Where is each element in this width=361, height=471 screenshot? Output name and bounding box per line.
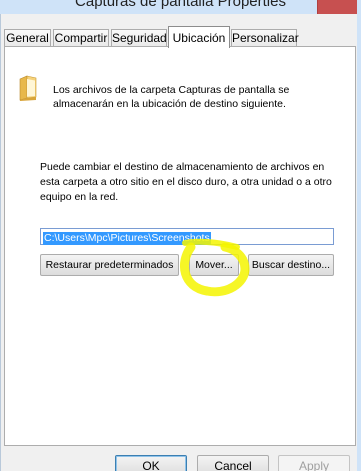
location-tab-panel: Los archivos de la carpeta Capturas de p… (4, 46, 356, 446)
properties-window: Capturas de pantalla Properties General … (0, 0, 361, 471)
cancel-button[interactable]: Cancel (197, 455, 269, 471)
path-input[interactable]: C:\Users\Mpc\Pictures\Screenshots (40, 228, 334, 245)
window-title: Capturas de pantalla Properties (75, 0, 286, 10)
tab-compartir[interactable]: Compartir (53, 29, 109, 47)
tab-ubicacion[interactable]: Ubicación (168, 26, 230, 48)
location-description: Los archivos de la carpeta Capturas de p… (53, 84, 290, 110)
tab-general[interactable]: General (4, 29, 51, 47)
move-button[interactable]: Mover... (189, 254, 239, 276)
title-bar: Capturas de pantalla Properties (0, 0, 361, 14)
tab-seguridad[interactable]: Seguridad (111, 29, 167, 47)
window-right-border (357, 0, 361, 471)
location-hint: Puede cambiar el destino de almacenamien… (40, 161, 332, 203)
restore-defaults-button[interactable]: Restaurar predeterminados (40, 254, 179, 276)
find-target-button[interactable]: Buscar destino... (248, 254, 334, 276)
dialog-client-area: General Compartir Seguridad Ubicación Pe… (0, 14, 357, 471)
ok-button[interactable]: OK (115, 455, 187, 471)
path-value: C:\Users\Mpc\Pictures\Screenshots (43, 232, 211, 245)
folder-icon (19, 75, 37, 101)
apply-button[interactable]: Apply (278, 455, 350, 471)
close-icon[interactable] (317, 0, 361, 14)
tab-personalizar[interactable]: Personalizar (231, 29, 299, 47)
